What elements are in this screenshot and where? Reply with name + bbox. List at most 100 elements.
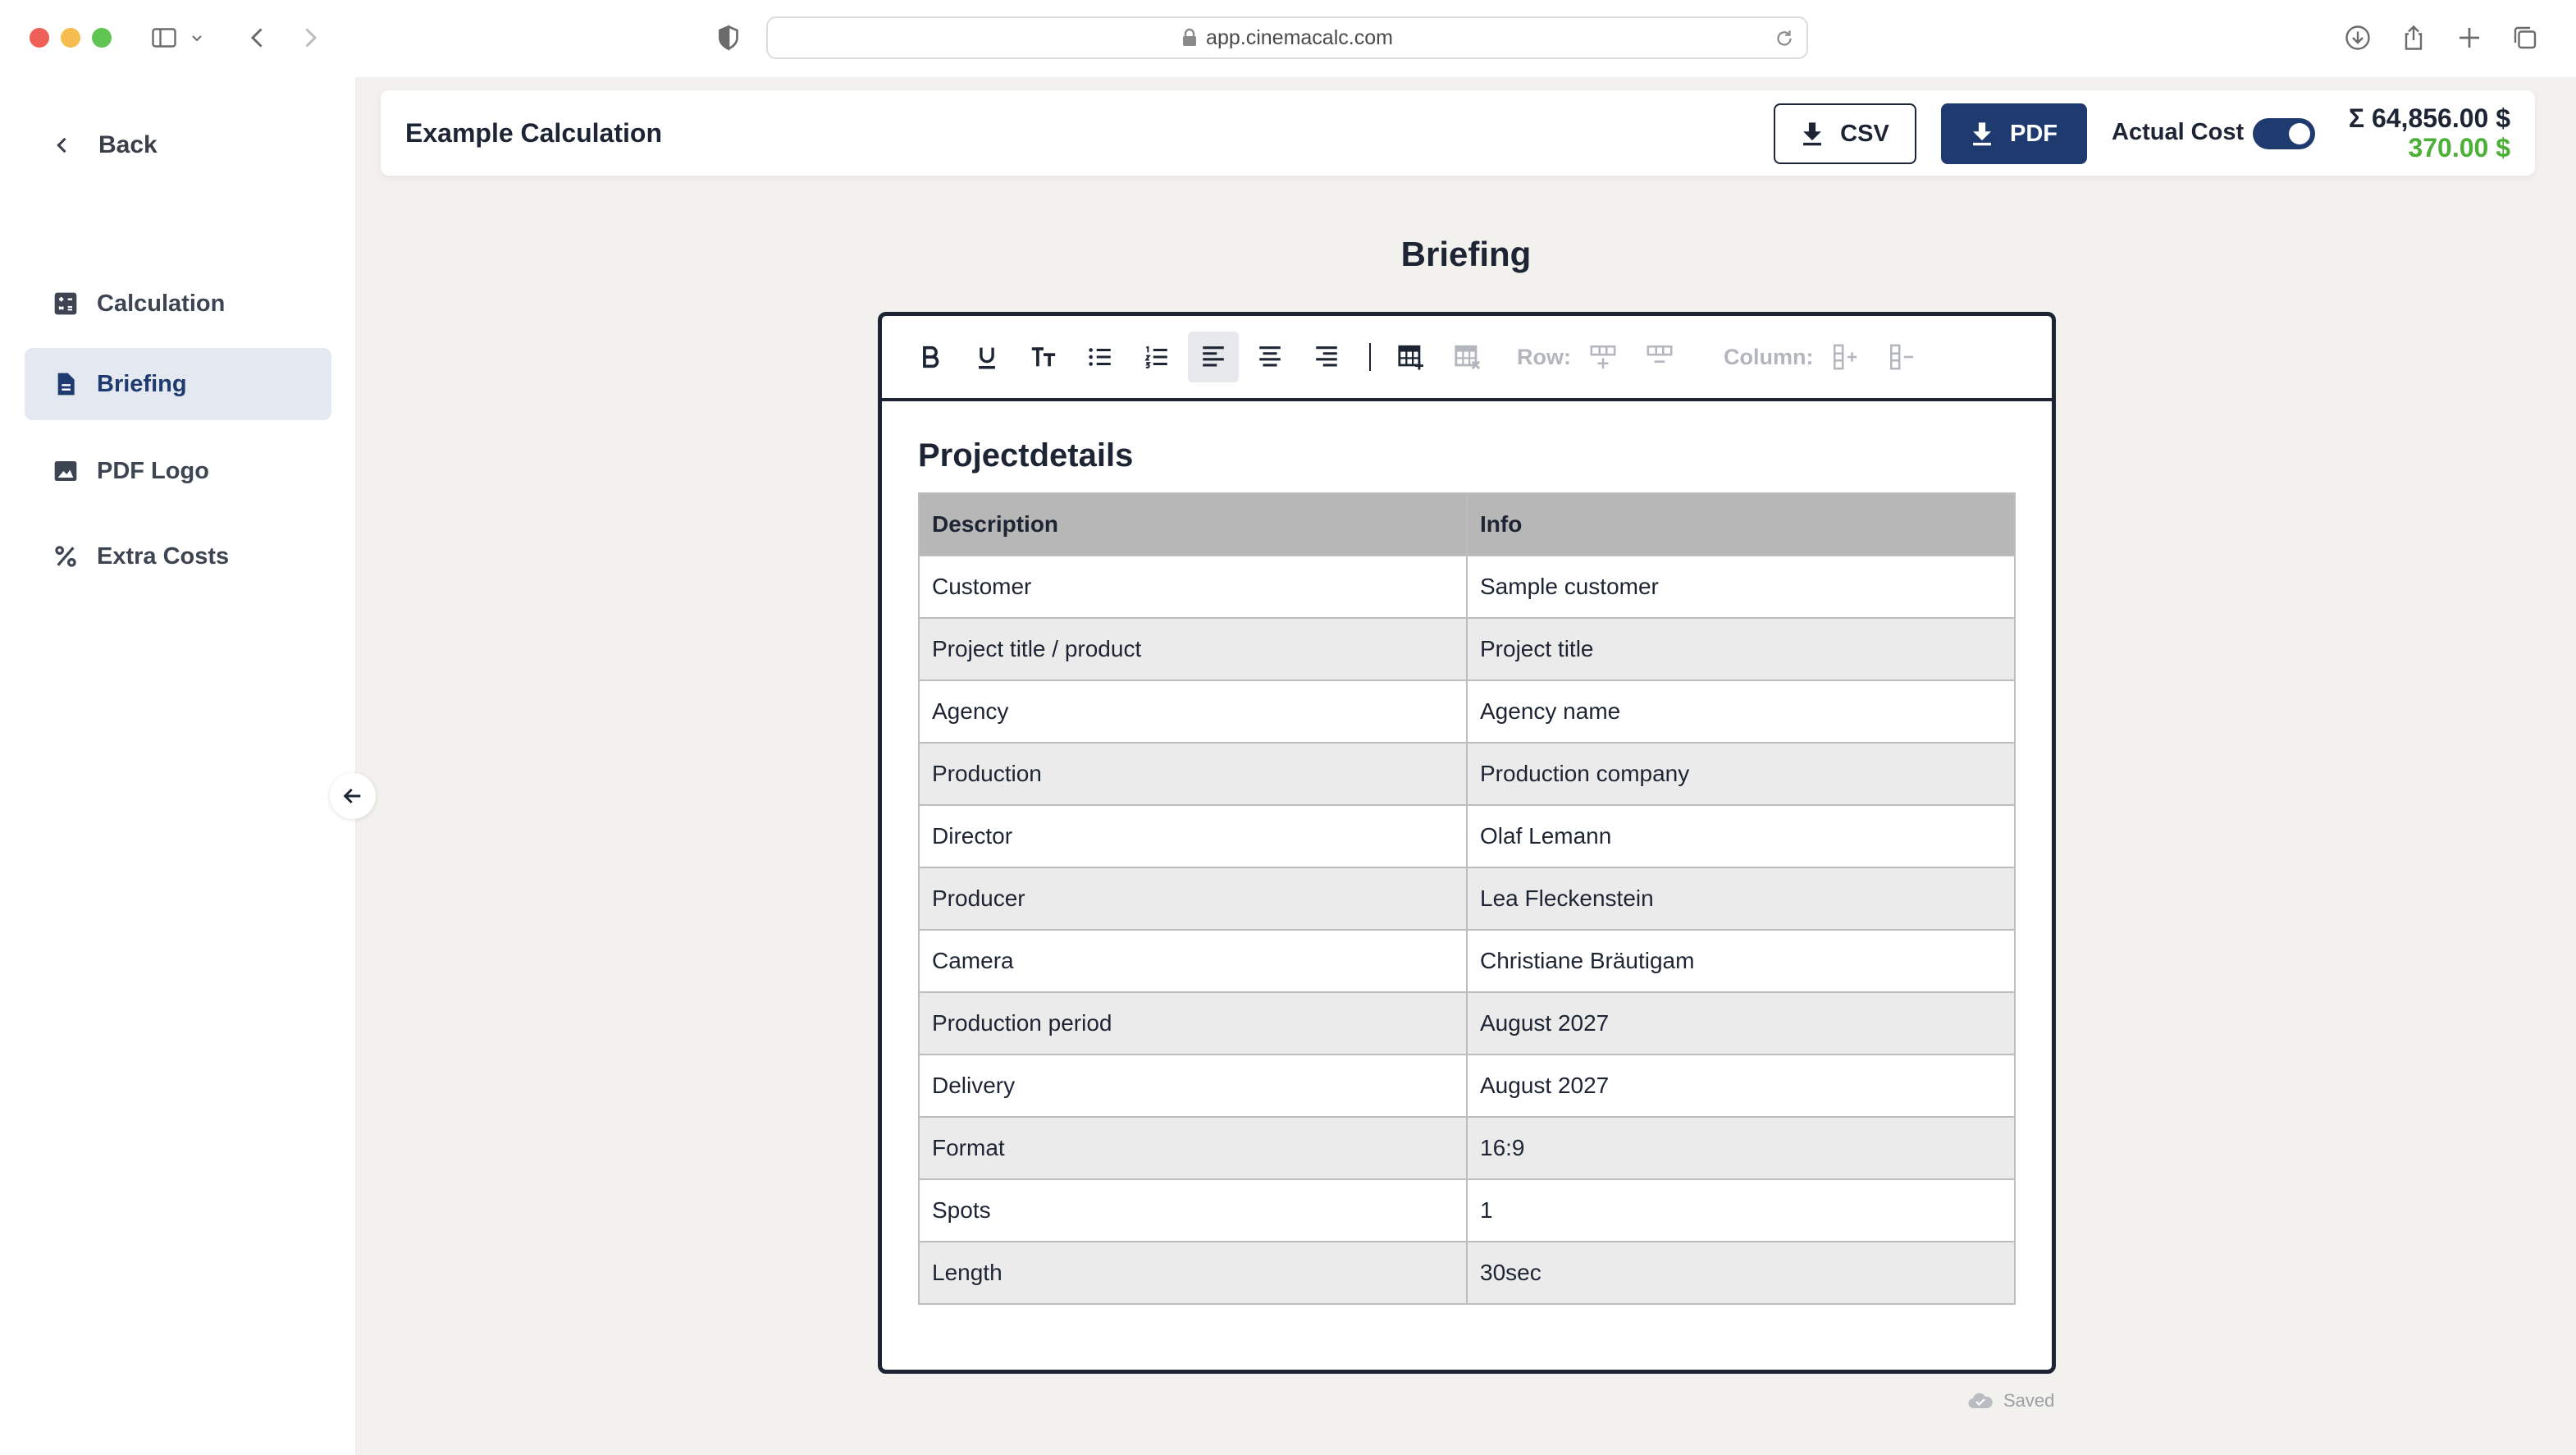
- download-icon: [1803, 122, 1822, 146]
- total-sum: Σ 64,856.00 $: [2348, 103, 2510, 133]
- table-cell[interactable]: Camera: [918, 929, 1468, 993]
- arrow-left-icon: [343, 788, 361, 804]
- table-cell[interactable]: Director: [918, 804, 1468, 868]
- table-cell[interactable]: August 2027: [1466, 1054, 2016, 1118]
- table-cell[interactable]: Format: [918, 1116, 1468, 1180]
- header-bar: Example Calculation CSV PDF Actual Cost …: [381, 90, 2535, 176]
- image-icon: [53, 458, 79, 484]
- table-cell[interactable]: Olaf Lemann: [1466, 804, 2016, 868]
- align-left-button[interactable]: [1188, 332, 1239, 382]
- back-label: Back: [98, 131, 158, 158]
- numbered-list-button[interactable]: [1131, 332, 1182, 382]
- underline-icon: [979, 347, 995, 369]
- table-cell[interactable]: Sample customer: [1466, 555, 2016, 619]
- table-row: Agency Agency name: [918, 679, 2016, 744]
- tab-overview-icon[interactable]: [2507, 20, 2543, 56]
- remove-row-button[interactable]: [1634, 332, 1685, 382]
- browser-back-icon[interactable]: [240, 20, 276, 56]
- project-details-table: Description Info Customer Sample customer…: [918, 492, 2016, 1305]
- bullet-list-button[interactable]: [1075, 332, 1126, 382]
- share-icon[interactable]: [2396, 20, 2432, 56]
- align-center-button[interactable]: [1245, 332, 1295, 382]
- table-cell[interactable]: Production: [918, 742, 1468, 806]
- remove-column-icon: [1890, 344, 1914, 370]
- sidebar-item-calculation[interactable]: Calculation: [25, 268, 331, 340]
- maximize-window-button[interactable]: [92, 28, 112, 48]
- table-cell[interactable]: August 2027: [1466, 991, 2016, 1055]
- sidebar-item-briefing[interactable]: Briefing: [25, 348, 331, 420]
- address-bar[interactable]: app.cinemacalc.com: [766, 16, 1808, 59]
- table-cell[interactable]: 30sec: [1466, 1241, 2016, 1305]
- table-cell[interactable]: Agency: [918, 679, 1468, 744]
- table-cell[interactable]: Project title: [1466, 617, 2016, 681]
- back-link[interactable]: Back: [51, 131, 158, 159]
- downloads-icon[interactable]: [2340, 20, 2376, 56]
- numbered-list-icon: [1144, 345, 1167, 368]
- rich-text-editor: Row: Column: Projectdetails Description: [878, 312, 2056, 1374]
- editor-content[interactable]: Projectdetails Description Info Customer…: [918, 437, 2016, 1305]
- align-right-button[interactable]: [1301, 332, 1352, 382]
- table-header-row: Description Info: [918, 492, 2016, 556]
- table-row: Camera Christiane Bräutigam: [918, 929, 2016, 993]
- new-tab-icon[interactable]: [2451, 20, 2487, 56]
- table-header-cell[interactable]: Info: [1466, 492, 2016, 556]
- remove-column-button[interactable]: [1876, 332, 1927, 382]
- column-label: Column:: [1723, 344, 1814, 369]
- table-cell[interactable]: Length: [918, 1241, 1468, 1305]
- table-cell[interactable]: Christiane Bräutigam: [1466, 929, 2016, 993]
- window-controls: [30, 28, 112, 48]
- url-text: app.cinemacalc.com: [1206, 25, 1393, 49]
- table-cell[interactable]: 16:9: [1466, 1116, 2016, 1180]
- export-csv-button[interactable]: CSV: [1774, 103, 1916, 164]
- table-row: Delivery August 2027: [918, 1054, 2016, 1118]
- saved-label: Saved: [2003, 1390, 2055, 1411]
- minimize-window-button[interactable]: [61, 28, 80, 48]
- toolbar-divider: [1369, 343, 1371, 371]
- actual-cost-toggle[interactable]: [2253, 118, 2315, 149]
- table-row: Spots 1: [918, 1178, 2016, 1242]
- table-row: Production period August 2027: [918, 991, 2016, 1055]
- privacy-shield-icon[interactable]: [710, 20, 747, 56]
- table-cell[interactable]: 1: [1466, 1178, 2016, 1242]
- chevron-down-icon[interactable]: [187, 20, 207, 56]
- bold-icon: [923, 345, 939, 368]
- sidebar-item-pdf-logo[interactable]: PDF Logo: [25, 435, 331, 507]
- save-status: Saved: [1967, 1390, 2054, 1412]
- delete-table-icon: [1455, 345, 1481, 370]
- calculator-icon: [53, 291, 79, 317]
- cloud-check-icon: [1968, 1393, 1993, 1409]
- bold-button[interactable]: [905, 332, 956, 382]
- remove-row-icon: [1647, 345, 1673, 363]
- reload-icon[interactable]: [1774, 28, 1795, 49]
- table-cell[interactable]: Production company: [1466, 742, 2016, 806]
- table-cell[interactable]: Production period: [918, 991, 1468, 1055]
- sidebar-item-extra-costs[interactable]: Extra Costs: [25, 520, 331, 593]
- insert-table-button[interactable]: [1386, 332, 1436, 382]
- table-cell[interactable]: Delivery: [918, 1054, 1468, 1118]
- add-column-button[interactable]: [1820, 332, 1870, 382]
- collapse-sidebar-button[interactable]: [330, 773, 376, 819]
- export-pdf-button[interactable]: PDF: [1941, 103, 2087, 164]
- sidebar-item-label: Calculation: [97, 290, 226, 317]
- add-column-icon: [1834, 344, 1857, 370]
- table-cell[interactable]: Agency name: [1466, 679, 2016, 744]
- underline-button[interactable]: [961, 332, 1012, 382]
- text-size-button[interactable]: [1018, 332, 1069, 382]
- table-header-cell[interactable]: Description: [918, 492, 1468, 556]
- browser-forward-icon[interactable]: [292, 20, 328, 56]
- table-cell[interactable]: Producer: [918, 867, 1468, 931]
- table-row: Production Production company: [918, 742, 2016, 806]
- close-window-button[interactable]: [30, 28, 49, 48]
- table-cell[interactable]: Customer: [918, 555, 1468, 619]
- sidebar-item-label: Extra Costs: [97, 542, 230, 570]
- toggle-knob: [2289, 123, 2310, 144]
- table-cell[interactable]: Spots: [918, 1178, 1468, 1242]
- sidebar-toggle-icon[interactable]: [146, 20, 182, 56]
- csv-label: CSV: [1840, 120, 1889, 147]
- chevron-left-icon: [57, 137, 66, 153]
- delete-table-button[interactable]: [1442, 332, 1493, 382]
- table-cell[interactable]: Project title / product: [918, 617, 1468, 681]
- table-row: Project title / product Project title: [918, 617, 2016, 681]
- table-cell[interactable]: Lea Fleckenstein: [1466, 867, 2016, 931]
- add-row-button[interactable]: [1578, 332, 1628, 382]
